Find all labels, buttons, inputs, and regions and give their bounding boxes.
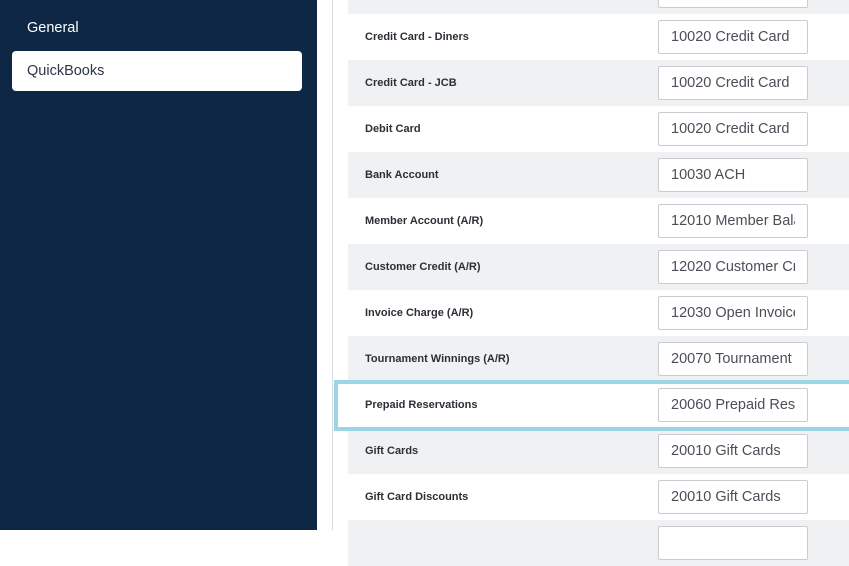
mapping-row: Credit Card - Diners	[348, 14, 849, 60]
mapping-row-highlighted: Prepaid Reservations	[348, 382, 849, 428]
sidebar-item-label: General	[27, 20, 79, 36]
account-input[interactable]	[658, 204, 808, 238]
mapping-label: Gift Cards	[365, 445, 419, 457]
mapping-label: Invoice Charge (A/R)	[365, 307, 474, 319]
mapping-row: Bank Account	[348, 152, 849, 198]
account-input[interactable]	[658, 112, 808, 146]
account-mapping-list: Credit Card - Diners Credit Card - JCB D…	[348, 0, 849, 566]
panel-divider	[332, 0, 333, 530]
mapping-label: Bank Account	[365, 169, 439, 181]
mapping-label: Credit Card - Diners	[365, 31, 469, 43]
mapping-label: Gift Card Discounts	[365, 491, 469, 503]
mapping-label: Credit Card - JCB	[365, 77, 457, 89]
mapping-row: Credit Card - JCB	[348, 60, 849, 106]
mapping-row: Tournament Winnings (A/R)	[348, 336, 849, 382]
mapping-label: Prepaid Reservations	[365, 399, 478, 411]
mapping-row: Debit Card	[348, 106, 849, 152]
mapping-label: Member Account (A/R)	[365, 215, 484, 227]
account-input[interactable]	[658, 250, 808, 284]
account-input[interactable]	[658, 158, 808, 192]
sidebar-item-label: QuickBooks	[27, 63, 105, 79]
mapping-row	[348, 0, 849, 14]
mapping-row	[348, 520, 849, 566]
mapping-row: Gift Card Discounts	[348, 474, 849, 520]
sidebar: General QuickBooks	[0, 0, 317, 530]
mapping-row: Invoice Charge (A/R)	[348, 290, 849, 336]
mapping-row: Gift Cards	[348, 428, 849, 474]
mapping-label: Tournament Winnings (A/R)	[365, 353, 510, 365]
mapping-row: Customer Credit (A/R)	[348, 244, 849, 290]
mapping-row: Member Account (A/R)	[348, 198, 849, 244]
account-input[interactable]	[658, 296, 808, 330]
sidebar-item-general[interactable]: General	[12, 8, 302, 48]
account-input[interactable]	[658, 480, 808, 514]
account-mapping-panel: Credit Card - Diners Credit Card - JCB D…	[317, 0, 849, 566]
sidebar-item-quickbooks[interactable]: QuickBooks	[12, 51, 302, 91]
account-input[interactable]	[658, 0, 808, 8]
account-input[interactable]	[658, 434, 808, 468]
account-input[interactable]	[658, 342, 808, 376]
account-input[interactable]	[658, 388, 808, 422]
account-input[interactable]	[658, 20, 808, 54]
account-input[interactable]	[658, 66, 808, 100]
mapping-label: Debit Card	[365, 123, 421, 135]
mapping-label: Customer Credit (A/R)	[365, 261, 481, 273]
account-input[interactable]	[658, 526, 808, 560]
